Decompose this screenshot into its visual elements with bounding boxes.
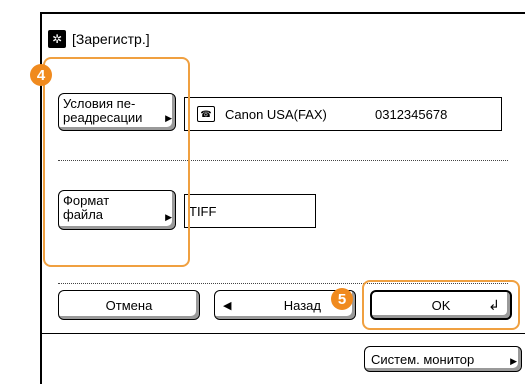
destination-name: Canon USA(FAX)	[225, 106, 327, 122]
step-5-badge: 5	[331, 288, 353, 310]
status-bar-divider	[40, 333, 525, 334]
cancel-button[interactable]: Отмена	[58, 290, 200, 320]
fax-icon: ☎	[197, 106, 215, 122]
step-4-highlight	[43, 57, 190, 267]
triangle-right-icon: ▶	[510, 356, 517, 366]
system-monitor-label: Систем. монитор	[371, 351, 475, 367]
step-5-highlight	[362, 280, 520, 330]
destination-field: ☎ Canon USA(FAX) 0312345678	[184, 97, 502, 131]
step-4-badge: 4	[30, 64, 52, 86]
destination-number: 0312345678	[375, 106, 448, 122]
system-monitor-button[interactable]: Систем. монитор ▶	[364, 346, 522, 372]
page-title: [Зарегистр.]	[72, 31, 150, 47]
triangle-left-icon: ◀	[223, 299, 232, 312]
title-bar: ✲ [Зарегистр.]	[48, 28, 150, 50]
register-mode-icon: ✲	[48, 30, 66, 48]
file-format-value: TIFF	[189, 203, 217, 219]
cancel-label: Отмена	[105, 297, 153, 313]
file-format-field: TIFF	[184, 194, 316, 228]
back-label: Назад	[283, 297, 321, 313]
